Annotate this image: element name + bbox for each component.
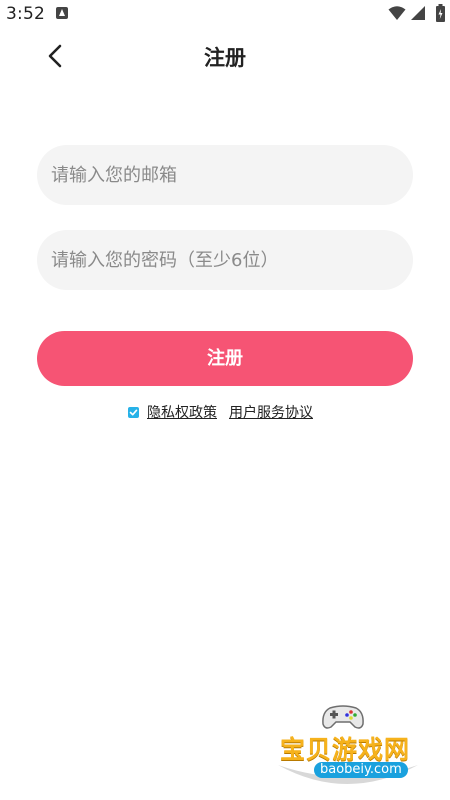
header: 注册 <box>0 28 450 84</box>
status-bar: 3:52 <box>0 0 450 28</box>
gamepad-icon <box>322 705 364 729</box>
wifi-icon <box>388 6 406 20</box>
privacy-policy-link[interactable]: 隐私权政策 <box>147 402 217 422</box>
email-input[interactable] <box>37 145 413 205</box>
agreement-row: 隐私权政策 用户服务协议 <box>128 402 313 422</box>
password-input[interactable] <box>37 230 413 290</box>
email-field-container <box>37 145 413 205</box>
watermark-name: 宝贝游戏网 <box>280 735 411 764</box>
register-button[interactable]: 注册 <box>37 331 413 386</box>
watermark-logo: 宝贝游戏网 baobeiy.com <box>272 700 422 795</box>
watermark-domain: baobeiy.com <box>314 762 408 778</box>
agreement-checkbox[interactable] <box>128 406 139 418</box>
terms-of-service-link[interactable]: 用户服务协议 <box>229 402 313 422</box>
checkmark-icon <box>129 409 138 415</box>
status-time: 3:52 <box>6 4 45 24</box>
notification-icon <box>56 7 68 19</box>
register-screen: 3:52 注册 注册 <box>0 0 450 800</box>
battery-icon <box>436 4 445 22</box>
password-field-container <box>37 230 413 290</box>
signal-icon <box>411 6 425 20</box>
page-title: 注册 <box>204 46 246 70</box>
